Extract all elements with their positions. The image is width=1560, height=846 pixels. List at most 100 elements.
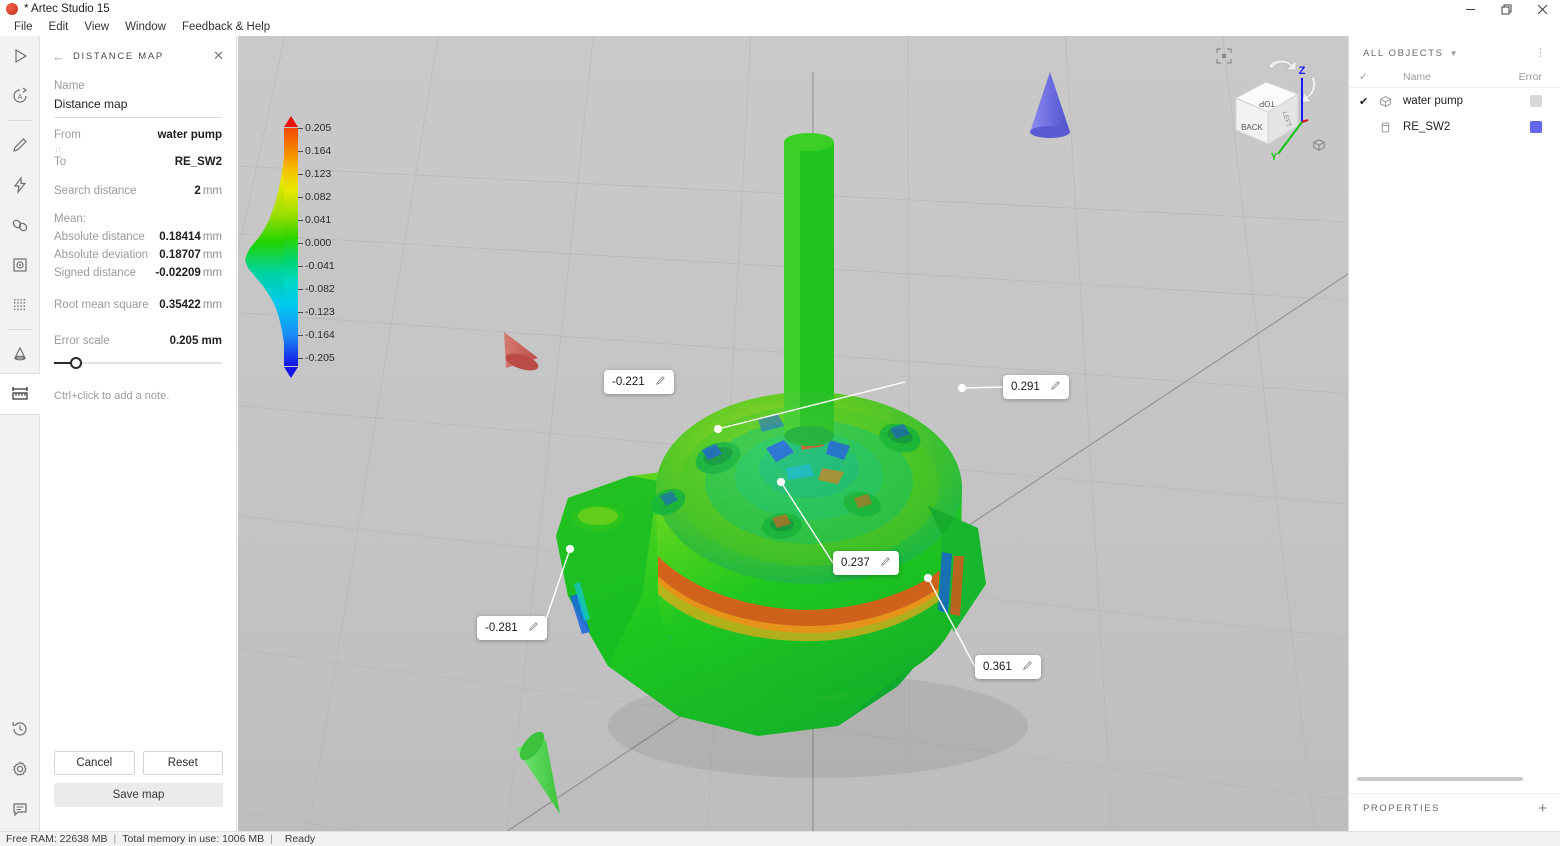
object-name: RE_SW2: [1403, 121, 1510, 133]
toolbar-divider: [8, 120, 32, 121]
pencil-icon[interactable]: [1022, 660, 1033, 674]
name-column-label: Name: [1379, 71, 1510, 83]
objects-panel-title: ALL OBJECTS: [1363, 48, 1444, 59]
error-swatch-cell[interactable]: [1510, 121, 1550, 133]
tick-label: 0.205: [305, 122, 331, 134]
cancel-button[interactable]: Cancel: [54, 751, 135, 775]
error-column-label: Error: [1510, 71, 1550, 83]
plus-icon[interactable]: +: [1538, 800, 1547, 817]
name-input[interactable]: [54, 95, 222, 118]
table-row[interactable]: RE_SW2: [1349, 114, 1560, 140]
pencil-icon[interactable]: [655, 375, 666, 389]
stat-value: -0.02209mm: [155, 267, 222, 279]
ready-status: Ready: [285, 833, 315, 845]
error-scale-label: Error scale: [54, 335, 110, 347]
mesh-cone-icon[interactable]: [0, 334, 40, 374]
stat-value: 0.18414mm: [159, 231, 222, 243]
objects-table-header: ✓ Name Error: [1349, 66, 1560, 88]
panel-title: DISTANCE MAP: [73, 51, 213, 62]
note-hint: Ctrl+click to add a note.: [54, 390, 222, 402]
search-distance-value[interactable]: 2mm: [194, 185, 222, 197]
history-clock-icon[interactable]: [0, 709, 40, 749]
autopilot-icon[interactable]: A: [0, 76, 40, 116]
error-swatch-cell[interactable]: [1510, 95, 1550, 107]
error-color-swatch[interactable]: [1530, 95, 1542, 107]
fusion-lightning-icon[interactable]: [0, 165, 40, 205]
save-map-button[interactable]: Save map: [54, 783, 223, 807]
stat-label: Signed distance: [54, 267, 136, 279]
pencil-icon[interactable]: [528, 621, 539, 635]
window-title: * Artec Studio 15: [24, 3, 110, 15]
align-icon[interactable]: [0, 205, 40, 245]
panel-actions: Cancel Reset Save map: [54, 751, 223, 807]
tick-label: 0.164: [305, 145, 331, 157]
tick-label: -0.082: [305, 283, 335, 295]
left-toolbar-bottom: [0, 709, 40, 829]
properties-title: PROPERTIES: [1363, 803, 1440, 814]
annotation-callout[interactable]: 0.291: [1003, 375, 1069, 399]
axis-z-label: Z: [1299, 65, 1306, 77]
annotation-callout[interactable]: 0.361: [975, 655, 1041, 679]
check-column-icon: ✓: [1359, 71, 1379, 83]
scan-play-icon[interactable]: [0, 36, 40, 76]
error-scale-slider[interactable]: [54, 356, 222, 370]
navigation-cube[interactable]: TOP BACK LEFT Z Y: [1210, 44, 1330, 164]
annotation-value: 0.361: [983, 661, 1012, 673]
left-toolbar: A: [0, 36, 40, 837]
reset-button[interactable]: Reset: [143, 751, 224, 775]
editor-pencil-icon[interactable]: [0, 125, 40, 165]
swap-arrows-icon[interactable]: ↓↑: [54, 144, 222, 154]
stat-value: 0.18707mm: [159, 249, 222, 261]
3d-viewport[interactable]: 0.205 0.164 0.123 0.082 0.041 0.000 -0.0…: [238, 36, 1348, 831]
status-separator: |: [270, 833, 273, 845]
menu-item-edit[interactable]: Edit: [41, 19, 77, 35]
artec-logo-icon: [6, 3, 18, 15]
close-icon[interactable]: ✕: [213, 48, 224, 64]
under-range-arrow-icon: [284, 367, 298, 378]
from-value[interactable]: water pump: [157, 129, 222, 141]
feedback-chat-icon[interactable]: [0, 789, 40, 829]
error-color-swatch[interactable]: [1530, 121, 1542, 133]
chevron-down-icon[interactable]: ▼: [1450, 49, 1458, 58]
minimize-icon[interactable]: [1452, 0, 1488, 18]
annotation-callout[interactable]: -0.281: [477, 616, 547, 640]
stat-root-mean-square: Root mean square 0.35422mm: [54, 299, 222, 311]
menu-item-file[interactable]: File: [6, 19, 41, 35]
search-distance-label: Search distance: [54, 185, 136, 197]
to-value[interactable]: RE_SW2: [175, 156, 222, 168]
menu-item-feedback-and-help[interactable]: Feedback & Help: [174, 19, 278, 35]
color-gradient-strip: [284, 128, 298, 366]
panel-header: ← DISTANCE MAP ✕: [40, 42, 236, 70]
menu-bar: File Edit View Window Feedback & Help: [0, 18, 1560, 36]
title-bar: * Artec Studio 15: [0, 0, 1560, 18]
menu-item-view[interactable]: View: [76, 19, 117, 35]
mean-label: Mean:: [54, 213, 222, 225]
more-vertical-icon[interactable]: ⋮: [1535, 51, 1546, 55]
settings-gear-icon[interactable]: [0, 749, 40, 789]
measures-ruler-icon[interactable]: [0, 374, 40, 414]
navcube-back-label: BACK: [1241, 123, 1263, 132]
back-arrow-icon[interactable]: ←: [52, 49, 65, 64]
texture-icon[interactable]: [0, 245, 40, 285]
to-row: To RE_SW2: [54, 156, 222, 168]
row-checkbox[interactable]: ✔: [1359, 95, 1379, 108]
distance-map-panel: ← DISTANCE MAP ✕ Name From water pump ↓↑…: [40, 36, 237, 837]
search-distance-row: Search distance 2mm: [54, 185, 222, 197]
close-icon[interactable]: [1524, 0, 1560, 18]
menu-item-window[interactable]: Window: [117, 19, 174, 35]
restore-icon[interactable]: [1488, 0, 1524, 18]
distance-color-scale: 0.205 0.164 0.123 0.082 0.041 0.000 -0.0…: [240, 110, 340, 380]
pencil-icon[interactable]: [1050, 380, 1061, 394]
grid-dots-icon[interactable]: [0, 285, 40, 325]
tick-label: -0.164: [305, 329, 335, 341]
slider-handle[interactable]: [70, 357, 82, 369]
tick-label: 0.000: [305, 237, 331, 249]
to-label: To: [54, 156, 66, 168]
tick-label: -0.205: [305, 352, 335, 364]
pencil-icon[interactable]: [880, 556, 891, 570]
annotation-callout[interactable]: -0.221: [604, 370, 674, 394]
annotation-callout[interactable]: 0.237: [833, 551, 899, 575]
horizontal-scrollbar[interactable]: [1357, 777, 1523, 781]
table-row[interactable]: ✔ water pump: [1349, 88, 1560, 114]
axis-y-label: Y: [1271, 152, 1278, 163]
